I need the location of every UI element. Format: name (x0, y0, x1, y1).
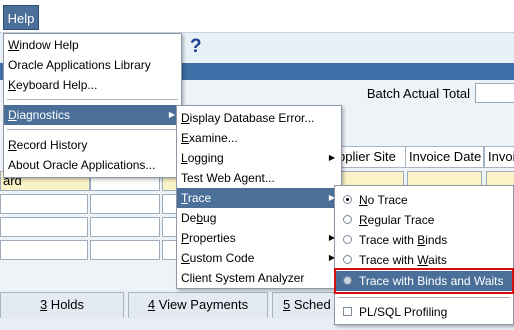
table-cell[interactable] (90, 194, 160, 214)
menu-item-label: isplay Database Error... (189, 111, 315, 125)
menu-item-trace[interactable]: Trace ▶ (177, 188, 341, 208)
menu-item-label: inds (425, 233, 448, 247)
menu-item-accesskey: W (8, 38, 20, 52)
radio-icon (343, 215, 352, 224)
menu-item-label: eyboard Help... (16, 78, 98, 92)
menu-item-accesskey: K (8, 78, 17, 92)
menu-item-custom-code[interactable]: Custom Code ▶ (177, 248, 341, 268)
menu-item-accesskey: T (181, 191, 188, 205)
menu-item-test-web-agent[interactable]: Test Web Agent... (177, 168, 341, 188)
radio-icon (343, 255, 352, 264)
menu-item-label: Client System Analyzer (181, 271, 305, 285)
table-cell[interactable] (90, 217, 160, 237)
menu-item-label: race (187, 191, 212, 205)
tab-scheduled-payments-label: Sched (290, 297, 331, 312)
column-header-supplier-site: pplier Site (334, 146, 406, 168)
tab-scheduled-payments[interactable]: 5 Sched (272, 292, 342, 318)
menu-item-accesskey: C (181, 251, 190, 265)
menu-item-label: De (181, 211, 197, 225)
menu-item-accesskey: D (8, 108, 17, 122)
menu-item-label: ug (203, 211, 217, 225)
menu-item-accesskey: L (181, 151, 188, 165)
menu-item-accesskey: N (359, 193, 368, 207)
menu-item-accesskey: E (181, 131, 190, 145)
menu-item-oracle-applications-library[interactable]: Oracle Applications Library (4, 55, 181, 75)
menu-item-label: ogging (187, 151, 224, 165)
menu-item-accesskey: R (359, 213, 368, 227)
menu-bar (0, 0, 514, 33)
help-icon[interactable]: ? (190, 34, 210, 60)
batch-actual-total-label: Batch Actual Total (366, 86, 470, 101)
menu-item-client-system-analyzer[interactable]: Client System Analyzer (177, 268, 341, 288)
menu-item-label: PL/SQL Profiling (359, 305, 448, 319)
menu-item-label: aits (428, 253, 447, 267)
menu-item-label: iagnostics (16, 108, 71, 122)
table-cell[interactable] (0, 194, 88, 214)
tab-view-payments[interactable]: 4 View Payments (128, 292, 268, 318)
menu-item-display-database-error[interactable]: Display Database Error... (177, 108, 341, 128)
menu-item-logging[interactable]: Logging ▶ (177, 148, 341, 168)
menu-item-examine[interactable]: Examine... (177, 128, 341, 148)
submenu-arrow-icon: ▶ (168, 110, 175, 119)
menu-item-label: Trace with (359, 233, 418, 247)
annotation-highlight-box (334, 268, 514, 294)
menu-item-label: Test Web Agent... (181, 171, 275, 185)
column-header-invoice-date: Invoice Date (405, 146, 484, 168)
batch-actual-total-field[interactable] (475, 83, 514, 103)
table-cell[interactable] (0, 217, 88, 237)
tab-view-payments-label: View Payments (155, 297, 249, 312)
radio-selected-icon (343, 195, 352, 204)
menu-item-diagnostics[interactable]: Diagnostics ▶ (4, 105, 181, 125)
menu-item-label: indow Help (19, 38, 79, 52)
checkbox-icon (343, 307, 352, 316)
menu-item-label: ecord History (16, 138, 88, 152)
menu-separator (338, 297, 510, 298)
tab-holds[interactable]: 3 Holds (0, 292, 124, 318)
menu-item-label: roperties (189, 231, 236, 245)
menu-item-label: Oracle Applications Library (8, 58, 151, 72)
menu-item-label: egular Trace (367, 213, 435, 227)
menu-item-accesskey: D (181, 111, 190, 125)
trace-submenu: No Trace Regular Trace Trace with Binds … (334, 185, 514, 325)
menu-item-keyboard-help[interactable]: Keyboard Help... (4, 75, 181, 95)
menu-item-label: ustom Code (189, 251, 255, 265)
submenu-arrow-icon: ▶ (328, 153, 335, 162)
menu-item-plsql-profiling[interactable]: PL/SQL Profiling (335, 302, 513, 322)
menu-item-no-trace[interactable]: No Trace (335, 190, 513, 210)
menu-item-trace-with-binds[interactable]: Trace with Binds (335, 230, 513, 250)
menu-separator (7, 129, 178, 130)
menu-item-label: About Oracle Applications... (8, 158, 156, 172)
table-cell[interactable] (0, 240, 88, 260)
menu-item-label: Trace with (359, 253, 418, 267)
menu-item-regular-trace[interactable]: Regular Trace (335, 210, 513, 230)
help-menu: Window Help Oracle Applications Library … (3, 33, 182, 178)
radio-icon (343, 235, 352, 244)
menu-item-label: o Trace (367, 193, 408, 207)
menu-item-trace-with-waits[interactable]: Trace with Waits (335, 250, 513, 270)
tab-holds-label: Holds (47, 297, 85, 312)
menu-item-label: xamine... (189, 131, 238, 145)
diagnostics-submenu: Display Database Error... Examine... Log… (176, 105, 342, 289)
menu-item-accesskey: W (417, 253, 429, 267)
menu-item-accesskey: R (8, 138, 17, 152)
column-header-invoice: Invoi (484, 146, 514, 168)
menu-separator (7, 99, 178, 100)
menu-help[interactable]: Help (3, 5, 39, 30)
menu-item-debug[interactable]: Debug (177, 208, 341, 228)
menu-item-accesskey: P (181, 231, 190, 245)
table-cell[interactable] (90, 240, 160, 260)
menu-item-properties[interactable]: Properties ▶ (177, 228, 341, 248)
menu-item-record-history[interactable]: Record History (4, 135, 181, 155)
menu-item-window-help[interactable]: Window Help (4, 35, 181, 55)
menu-item-about-oracle-applications[interactable]: About Oracle Applications... (4, 155, 181, 175)
